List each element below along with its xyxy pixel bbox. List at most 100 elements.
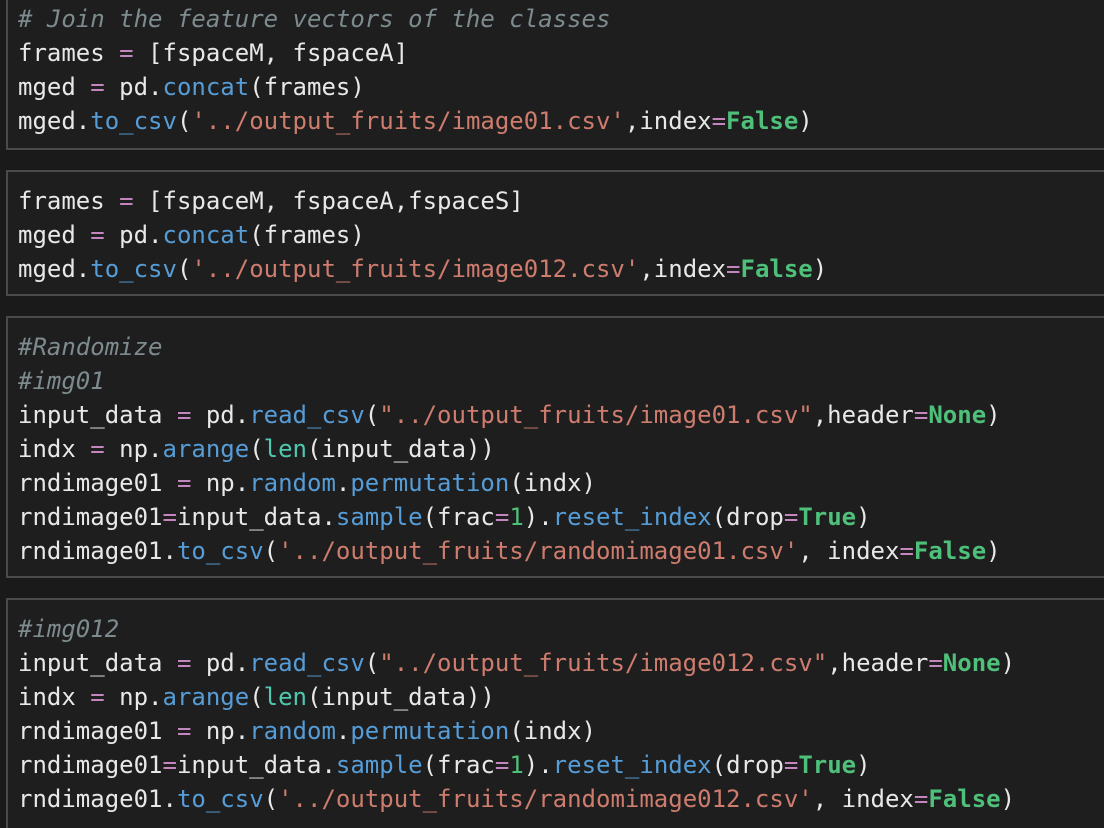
code-line[interactable]: indx = np.arange(len(input_data)) [18,432,1104,466]
code-token: pd. [104,73,163,101]
code-token: = [176,469,192,497]
code-line[interactable]: indx = np.arange(len(input_data)) [18,680,1104,714]
code-token: None [942,649,1001,677]
code-token: mged [18,73,91,101]
code-token: = [928,649,943,677]
code-token: ) [798,107,813,135]
code-line[interactable]: rndimage01=input_data.sample(frac=1).res… [18,500,1104,534]
code-token: = [913,401,929,429]
code-token: = [119,39,134,67]
code-token: input_data. [176,751,336,779]
code-token: sample [335,751,423,779]
code-token: = [494,751,510,779]
code-token: indx [18,683,91,711]
code-token: ,index [639,255,727,283]
code-token: = [913,785,929,813]
code-token: input_data [18,649,177,677]
code-token: sample [335,503,423,531]
code-token: frames [18,187,120,215]
code-token: (frac [422,503,495,531]
code-token: rndimage01 [18,503,163,531]
code-token: permutation [350,717,510,745]
code-token: #img01 [18,367,105,395]
code-token: to_csv [176,785,264,813]
code-token: ( [364,649,380,677]
code-line[interactable]: # Join the feature vectors of the classe… [18,2,1104,36]
code-token: # Join the feature vectors of the classe… [18,5,611,33]
code-token: = [711,107,727,135]
code-token: (indx) [509,717,597,745]
code-token: mged. [18,107,91,135]
code-token: rndimage01 [18,469,177,497]
code-token: ( [176,107,192,135]
code-line[interactable]: #img01 [18,364,1104,398]
code-token: (frac [422,751,495,779]
code-token: False [726,107,799,135]
code-token: = [783,751,799,779]
code-cell-2[interactable]: frames = [fspaceM, fspaceA,fspaceS] mged … [6,170,1104,296]
code-token: = [176,717,192,745]
code-line[interactable]: #img012 [18,612,1104,646]
code-token: ) [856,751,871,779]
code-token: #img012 [18,615,120,643]
code-token: (indx) [509,469,597,497]
code-token: True [798,503,857,531]
code-token: read_csv [249,401,365,429]
code-token: ). [523,751,553,779]
code-token: = [726,255,741,283]
code-line[interactable]: frames = [fspaceM, fspaceA,fspaceS] [18,184,1104,218]
code-line[interactable]: mged = pd.concat(frames) [18,218,1104,252]
code-token: ) [856,503,871,531]
code-line[interactable]: rndimage01.to_csv('../output_fruits/rand… [18,534,1104,568]
code-token: #Randomize [18,333,163,361]
code-line[interactable]: rndimage01.to_csv('../output_fruits/rand… [18,782,1104,816]
code-token: ( [176,255,192,283]
code-token: mged. [18,255,91,283]
code-token: permutation [350,469,510,497]
code-token: (input_data)) [307,683,495,711]
code-line[interactable]: frames = [fspaceM, fspaceA] [18,36,1104,70]
code-token: = [162,503,177,531]
code-token: , index [812,785,914,813]
code-token: (frames) [249,73,365,101]
code-cell-3[interactable]: #Randomize #img01 input_data = pd.read_csv… [6,316,1104,578]
code-cell-4[interactable]: #img012 input_data = pd.read_csv("../outp… [6,598,1104,828]
code-line[interactable]: rndimage01=input_data.sample(frac=1).res… [18,748,1104,782]
code-line[interactable]: input_data = pd.read_csv("../output_frui… [18,398,1104,432]
code-token: len [263,683,308,711]
code-line[interactable]: rndimage01 = np.random.permutation(indx) [18,714,1104,748]
code-token: input_data. [176,503,336,531]
code-token: reset_index [552,503,712,531]
code-token: ) [1000,649,1016,677]
code-token: = [90,221,105,249]
code-token: random [249,717,336,745]
code-token: len [263,435,308,463]
code-token: arange [162,683,250,711]
code-line[interactable]: rndimage01 = np.random.permutation(indx) [18,466,1104,500]
code-line[interactable]: mged.to_csv('../output_fruits/image01.cs… [18,104,1104,138]
code-line[interactable]: #Randomize [18,330,1104,364]
code-cell-1[interactable]: # Join the feature vectors of the classe… [6,0,1104,150]
code-token: , index [798,537,900,565]
code-token: '../output_fruits/randomimage012.csv' [278,785,813,813]
code-line[interactable]: input_data = pd.read_csv("../output_frui… [18,646,1104,680]
code-token: (frames) [249,221,365,249]
code-line[interactable]: mged.to_csv('../output_fruits/image012.c… [18,252,1104,286]
code-line[interactable]: mged = pd.concat(frames) [18,70,1104,104]
code-token: rndimage01 [18,717,177,745]
code-token: = [494,503,510,531]
code-token: ( [249,435,264,463]
code-token: ) [1000,785,1016,813]
code-token: "../output_fruits/image01.csv" [379,401,813,429]
code-token: ,index [624,107,712,135]
code-token: [fspaceM, fspaceA] [133,39,409,67]
code-token: ( [249,683,264,711]
code-token: (input_data)) [307,435,495,463]
code-token: reset_index [552,751,712,779]
code-token: (drop [711,503,784,531]
code-token: = [899,537,914,565]
code-token: mged [18,221,91,249]
code-token: "../output_fruits/image012.csv" [379,649,828,677]
code-token: True [798,751,857,779]
code-token: = [176,401,192,429]
